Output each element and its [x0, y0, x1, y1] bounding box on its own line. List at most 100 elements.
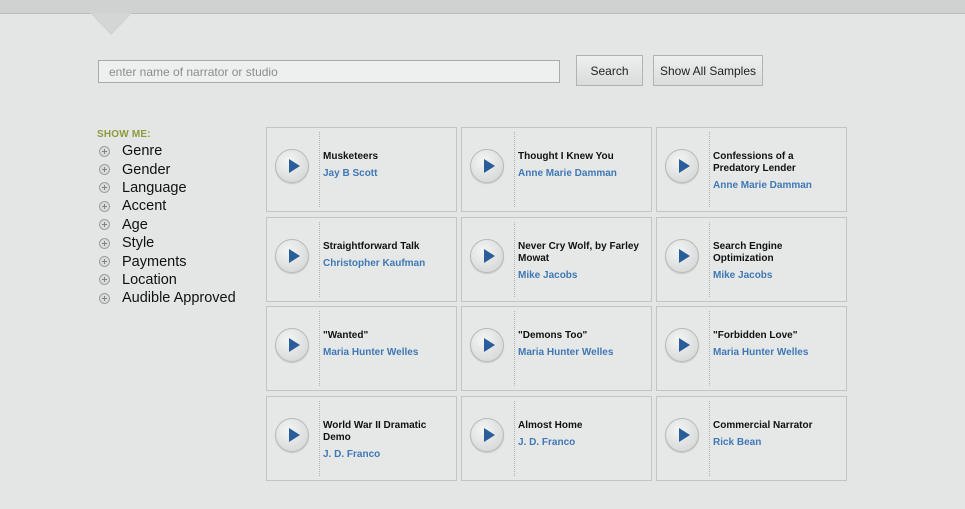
narrator-link[interactable]: Maria Hunter Welles: [518, 347, 646, 359]
narrator-search-input[interactable]: [98, 60, 560, 83]
sample-title: Confessions of a Predatory Lender Anne Ma…: [713, 151, 841, 192]
play-icon[interactable]: [275, 239, 309, 273]
filter-audible-approved[interactable]: Audible Approved: [99, 289, 236, 307]
card-divider: [709, 311, 710, 386]
sample-title: Straightforward Talk Christopher Kaufman: [323, 241, 451, 270]
sample-title: "Demons Too" Maria Hunter Welles: [518, 330, 646, 359]
sample-title: Thought I Knew You Anne Marie Damman: [518, 151, 646, 180]
sample-title: Musketeers Jay B Scott: [323, 151, 451, 180]
play-icon[interactable]: [665, 418, 699, 452]
sample-card[interactable]: "Wanted" Maria Hunter Welles: [266, 306, 457, 391]
sample-title-text: World War II Dramatic Demo: [323, 420, 427, 443]
filter-label: Age: [122, 216, 148, 233]
plus-circle-icon[interactable]: [99, 200, 110, 212]
plus-circle-icon[interactable]: [99, 292, 110, 304]
filter-age[interactable]: Age: [99, 216, 236, 234]
play-icon[interactable]: [665, 328, 699, 362]
filter-label: Style: [122, 235, 155, 252]
filter-genre[interactable]: Genre: [99, 142, 236, 160]
narrator-link[interactable]: Maria Hunter Welles: [713, 347, 841, 359]
sample-title: "Wanted" Maria Hunter Welles: [323, 330, 451, 359]
card-divider: [709, 222, 710, 297]
narrator-link[interactable]: Rick Bean: [713, 437, 841, 449]
sample-card[interactable]: World War II Dramatic Demo J. D. Franco: [266, 396, 457, 481]
plus-circle-icon[interactable]: [99, 145, 110, 157]
sample-title: Almost Home J. D. Franco: [518, 420, 646, 449]
narrator-link[interactable]: J. D. Franco: [323, 449, 451, 461]
sample-card[interactable]: Confessions of a Predatory Lender Anne Ma…: [656, 127, 847, 212]
filter-label: Accent: [122, 198, 167, 215]
sample-card[interactable]: Commercial Narrator Rick Bean: [656, 396, 847, 481]
sample-card[interactable]: Search Engine Optimization Mike Jacobs: [656, 217, 847, 302]
filter-location[interactable]: Location: [99, 271, 236, 289]
plus-circle-icon[interactable]: [99, 219, 110, 231]
narrator-link[interactable]: Mike Jacobs: [518, 270, 646, 282]
play-icon[interactable]: [470, 418, 504, 452]
card-divider: [319, 311, 320, 386]
sample-title-text: Thought I Knew You: [518, 151, 614, 162]
sample-title-text: "Demons Too": [518, 330, 588, 341]
narrator-link[interactable]: Christopher Kaufman: [323, 258, 451, 270]
sample-title-text: Never Cry Wolf, by Farley Mowat: [518, 241, 639, 264]
sample-title: Commercial Narrator Rick Bean: [713, 420, 841, 449]
search-button[interactable]: Search: [576, 55, 643, 86]
filter-label: Audible Approved: [122, 290, 236, 307]
card-divider: [514, 132, 515, 207]
card-divider: [319, 132, 320, 207]
filter-language[interactable]: Language: [99, 179, 236, 197]
plus-circle-icon[interactable]: [99, 237, 110, 249]
plus-circle-icon[interactable]: [99, 164, 110, 176]
play-icon[interactable]: [470, 328, 504, 362]
sample-title-text: "Wanted": [323, 330, 369, 341]
sample-card[interactable]: "Forbidden Love" Maria Hunter Welles: [656, 306, 847, 391]
sample-title-text: Almost Home: [518, 420, 583, 431]
show-all-samples-button[interactable]: Show All Samples: [653, 55, 763, 86]
sample-title: World War II Dramatic Demo J. D. Franco: [323, 420, 451, 461]
card-divider: [709, 132, 710, 207]
filter-style[interactable]: Style: [99, 234, 236, 252]
sample-title-text: Search Engine Optimization: [713, 241, 783, 264]
filter-label: Genre: [122, 143, 163, 160]
filter-list: Genre Gender Language Accent Age Style P…: [99, 142, 236, 308]
narrator-link[interactable]: J. D. Franco: [518, 437, 646, 449]
filter-gender[interactable]: Gender: [99, 160, 236, 178]
play-icon[interactable]: [665, 149, 699, 183]
sample-title: Never Cry Wolf, by Farley Mowat Mike Jaco…: [518, 241, 646, 282]
card-divider: [709, 401, 710, 476]
filter-label: Language: [122, 179, 187, 196]
play-icon[interactable]: [275, 149, 309, 183]
filter-label: Payments: [122, 253, 187, 270]
tab-notch-inner: [91, 13, 131, 33]
filter-payments[interactable]: Payments: [99, 252, 236, 270]
card-divider: [319, 222, 320, 297]
sample-card[interactable]: Never Cry Wolf, by Farley Mowat Mike Jaco…: [461, 217, 652, 302]
sample-card[interactable]: "Demons Too" Maria Hunter Welles: [461, 306, 652, 391]
sample-title-text: Confessions of a Predatory Lender: [713, 151, 796, 174]
plus-circle-icon[interactable]: [99, 182, 110, 194]
sample-card[interactable]: Almost Home J. D. Franco: [461, 396, 652, 481]
sample-title-text: Commercial Narrator: [713, 420, 813, 431]
narrator-link[interactable]: Anne Marie Damman: [713, 180, 841, 192]
sample-title-text: Straightforward Talk: [323, 241, 420, 252]
card-divider: [319, 401, 320, 476]
show-me-heading: SHOW ME:: [97, 129, 151, 140]
play-icon[interactable]: [470, 149, 504, 183]
card-divider: [514, 401, 515, 476]
play-icon[interactable]: [275, 328, 309, 362]
narrator-link[interactable]: Mike Jacobs: [713, 270, 841, 282]
narrator-link[interactable]: Jay B Scott: [323, 168, 451, 180]
sample-card[interactable]: Thought I Knew You Anne Marie Damman: [461, 127, 652, 212]
plus-circle-icon[interactable]: [99, 256, 110, 268]
sample-card[interactable]: Straightforward Talk Christopher Kaufman: [266, 217, 457, 302]
narrator-link[interactable]: Anne Marie Damman: [518, 168, 646, 180]
card-divider: [514, 222, 515, 297]
card-divider: [514, 311, 515, 386]
filter-label: Gender: [122, 161, 171, 178]
filter-accent[interactable]: Accent: [99, 197, 236, 215]
plus-circle-icon[interactable]: [99, 274, 110, 286]
play-icon[interactable]: [665, 239, 699, 273]
narrator-link[interactable]: Maria Hunter Welles: [323, 347, 451, 359]
play-icon[interactable]: [275, 418, 309, 452]
sample-card[interactable]: Musketeers Jay B Scott: [266, 127, 457, 212]
play-icon[interactable]: [470, 239, 504, 273]
